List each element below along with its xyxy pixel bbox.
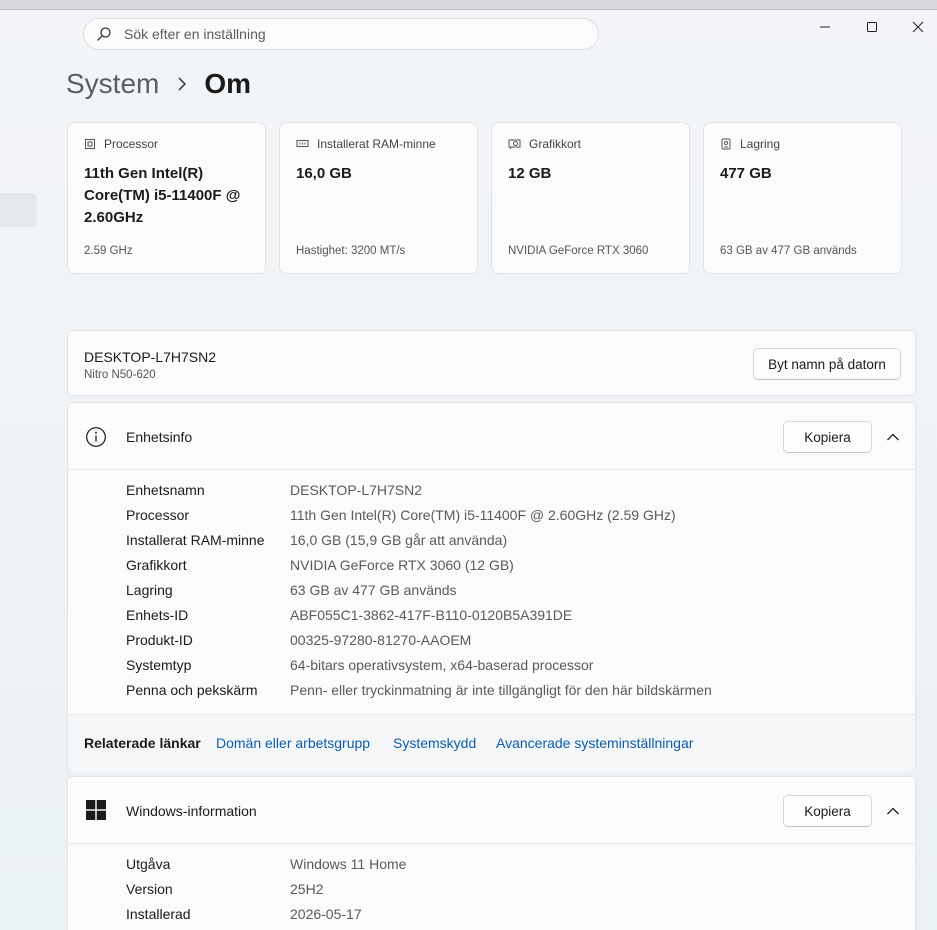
device-info-section: Enhetsinfo Kopiera Enhetsnamn DESKTOP-L7H… (67, 402, 916, 772)
breadcrumb-parent[interactable]: System (66, 68, 159, 100)
info-value: 00325-97280-81270-AAOEM (290, 632, 472, 648)
card-value: 16,0 GB (296, 165, 352, 182)
ram-icon (296, 140, 309, 147)
info-key: Utgåva (126, 856, 171, 872)
card-label: Grafikkort (529, 137, 582, 151)
related-links-label: Relaterade länkar (84, 735, 201, 751)
info-key: Version (126, 881, 173, 897)
info-key: Enhets-ID (126, 607, 189, 623)
info-value: ABF055C1-3862-417F-B110-0120B5A391DE (290, 607, 573, 623)
ram-card: Installerat RAM-minne 16,0 GB Hastighet:… (279, 122, 478, 274)
link-advanced-system-settings[interactable]: Avancerade systeminställningar (496, 735, 693, 751)
card-value: 12 GB (508, 165, 552, 182)
storage-icon (721, 138, 731, 150)
card-label: Lagring (740, 137, 781, 151)
processor-card: Processor 11th Gen Intel(R) Core(TM) i5-… (67, 122, 266, 274)
info-icon (86, 427, 106, 447)
windows-info-section: Windows-information Kopiera Utgåva Window… (67, 776, 916, 930)
info-key: Produkt-ID (126, 632, 193, 648)
info-value: 63 GB av 477 GB används (290, 582, 457, 598)
device-info-header[interactable]: Enhetsinfo Kopiera (68, 403, 915, 470)
maximize-icon (867, 22, 877, 32)
info-value: 16,0 GB (15,9 GB går att använda) (290, 532, 508, 548)
info-value: Windows 11 Home (290, 856, 407, 872)
breadcrumb: System Om (66, 68, 251, 100)
search-icon (97, 27, 111, 41)
windows-logo-icon (86, 800, 106, 820)
close-button[interactable] (898, 12, 937, 42)
card-sub: 63 GB av 477 GB används (720, 245, 857, 257)
card-label: Installerat RAM-minne (317, 137, 436, 151)
card-sub: NVIDIA GeForce RTX 3060 (508, 245, 649, 257)
card-sub: 2.59 GHz (84, 245, 133, 257)
cpu-icon (85, 139, 95, 149)
windows-info-header[interactable]: Windows-information Kopiera (68, 777, 915, 844)
card-value: 11th Gen Intel(R) Core(TM) i5-11400F @ 2… (84, 165, 241, 226)
info-value: 64-bitars operativsystem, x64-baserad pr… (290, 657, 594, 673)
info-key: Installerat RAM-minne (126, 532, 265, 548)
info-key: Grafikkort (126, 557, 187, 573)
info-value: NVIDIA GeForce RTX 3060 (12 GB) (290, 557, 514, 573)
window-top-edge (0, 0, 937, 10)
info-value: Penn- eller tryckinmatning är inte tillg… (290, 682, 712, 698)
info-key: Penna och pekskärm (126, 682, 258, 698)
info-value: 2026-05-17 (290, 906, 362, 922)
device-info-title: Enhetsinfo (126, 429, 193, 445)
rename-pc-button[interactable]: Byt namn på datorn (753, 348, 901, 380)
related-links-bar: Relaterade länkar Domän eller arbetsgrup… (68, 714, 915, 772)
info-key: Lagring (126, 582, 173, 598)
card-value: 477 GB (720, 165, 772, 182)
windows-info-title: Windows-information (126, 803, 257, 819)
card-sub: Hastighet: 3200 MT/s (296, 245, 406, 257)
info-value: 25H2 (290, 881, 324, 897)
close-icon (912, 21, 924, 33)
chevron-right-icon (178, 77, 187, 91)
minimize-button[interactable] (805, 12, 845, 42)
gpu-icon (508, 139, 521, 149)
page-title: Om (204, 68, 252, 99)
card-label: Processor (104, 137, 159, 151)
info-key: Enhetsnamn (126, 482, 205, 498)
info-value: 11th Gen Intel(R) Core(TM) i5-11400F @ 2… (290, 507, 676, 523)
copy-device-info-button[interactable]: Kopiera (783, 421, 872, 453)
storage-card: Lagring 477 GB 63 GB av 477 GB används (703, 122, 902, 274)
device-name: DESKTOP-L7H7SN2 (84, 349, 217, 365)
search-placeholder: Sök efter en inställning (124, 26, 266, 42)
device-name-panel: DESKTOP-L7H7SN2 Nitro N50-620 Byt namn p… (67, 330, 916, 396)
link-system-protection[interactable]: Systemskydd (393, 735, 476, 751)
search-box[interactable]: Sök efter en inställning (83, 18, 599, 50)
minimize-icon (820, 26, 830, 28)
sidebar-selected-item[interactable] (0, 193, 37, 227)
info-key: Systemtyp (126, 657, 192, 673)
chevron-up-icon[interactable] (886, 430, 900, 444)
gpu-card: Grafikkort 12 GB NVIDIA GeForce RTX 3060 (491, 122, 690, 274)
copy-windows-info-button[interactable]: Kopiera (783, 795, 872, 827)
info-key: Processor (126, 507, 190, 523)
maximize-button[interactable] (852, 12, 892, 42)
device-model: Nitro N50-620 (84, 369, 156, 381)
chevron-up-icon[interactable] (886, 804, 900, 818)
link-domain-workgroup[interactable]: Domän eller arbetsgrupp (216, 735, 370, 751)
info-key: Installerad (126, 906, 191, 922)
info-value: DESKTOP-L7H7SN2 (290, 482, 423, 498)
